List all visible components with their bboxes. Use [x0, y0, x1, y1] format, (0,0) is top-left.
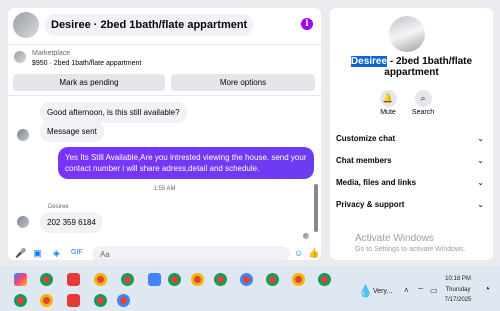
- app-icon[interactable]: [148, 273, 161, 286]
- gif-icon[interactable]: GIF: [71, 248, 83, 258]
- chrome-icon[interactable]: [266, 273, 279, 286]
- contact-name-rest: - 2bed 1bath/flate appartment: [384, 56, 473, 78]
- contact-name-highlight: Desiree: [350, 56, 388, 67]
- like-icon[interactable]: 👍: [308, 248, 319, 258]
- activate-windows-subtitle: Go to Settings to activate Windows.: [355, 246, 466, 253]
- chrome-icon[interactable]: [94, 294, 107, 307]
- app-icon[interactable]: [67, 294, 80, 307]
- search-icon: ⌕: [414, 90, 432, 107]
- weather-text[interactable]: Very...: [373, 288, 392, 295]
- message-bubble: 202 359 6184: [40, 212, 103, 233]
- chevron-down-icon: ⌄: [477, 200, 484, 209]
- notification-icon[interactable]: ◔: [484, 284, 490, 295]
- chrome-icon[interactable]: [240, 273, 253, 286]
- clock-day[interactable]: Thursday: [440, 287, 476, 293]
- chrome-icon[interactable]: [318, 273, 331, 286]
- marketplace-banner: Marketplace $950 · 2bed 1bath/flate appa…: [8, 44, 321, 96]
- marketplace-label: Marketplace: [32, 50, 71, 57]
- privacy-support-row[interactable]: Privacy & support ⌄: [336, 200, 484, 212]
- row-label: Privacy & support: [336, 200, 405, 209]
- more-options-button[interactable]: More options: [171, 74, 315, 91]
- composer: 🎤 ▣ ◈ GIF Aa ☺ 👍: [8, 244, 321, 260]
- message-bubble: Good afternoon, is this still available?: [40, 102, 187, 123]
- activate-windows-title: Activate Windows: [355, 233, 434, 244]
- message-input[interactable]: Aa: [92, 246, 290, 260]
- chat-title[interactable]: Desiree · 2bed 1bath/flate appartment: [45, 14, 254, 36]
- messenger-window: Desiree · 2bed 1bath/flate appartment i …: [0, 0, 500, 266]
- contact-name: Desiree - 2bed 1bath/flate appartment: [330, 56, 493, 78]
- chrome-icon[interactable]: [214, 273, 227, 286]
- chevron-down-icon: ⌄: [477, 134, 484, 143]
- bell-icon: 🔔: [379, 90, 397, 107]
- chevron-up-icon[interactable]: ˄: [404, 286, 409, 295]
- app-icon[interactable]: [67, 273, 80, 286]
- contact-profile-picture[interactable]: [389, 16, 425, 52]
- chat-panel: Desiree · 2bed 1bath/flate appartment i …: [8, 8, 321, 260]
- battery-icon[interactable]: ▭: [430, 286, 438, 295]
- sticker-icon[interactable]: ◈: [52, 248, 61, 258]
- message-bubble: Message sent: [40, 121, 104, 142]
- row-label: Media, files and links: [336, 178, 417, 187]
- sender-avatar: [17, 129, 29, 141]
- microphone-icon[interactable]: 🎤: [15, 248, 26, 258]
- contact-avatar[interactable]: [13, 12, 39, 38]
- clock-time[interactable]: 10:18 PM: [440, 276, 476, 282]
- mark-as-pending-button[interactable]: Mark as pending: [13, 74, 165, 91]
- taskbar: 💧 Very... ˄ ⌔ ▭ 10:18 PM Thursday 7/17/2…: [0, 266, 500, 311]
- info-icon[interactable]: i: [301, 18, 313, 30]
- row-label: Customize chat: [336, 134, 396, 143]
- image-icon[interactable]: ▣: [33, 248, 42, 258]
- scrollbar[interactable]: [314, 184, 318, 232]
- chrome-icon[interactable]: [40, 273, 53, 286]
- chrome-icon[interactable]: [40, 294, 53, 307]
- sender-avatar: [17, 216, 29, 228]
- search-action[interactable]: ⌕ Search: [398, 90, 448, 116]
- customize-chat-row[interactable]: Customize chat ⌄: [336, 134, 484, 146]
- seen-avatar: [303, 233, 309, 239]
- clock-date[interactable]: 7/17/2025: [440, 297, 476, 303]
- chrome-icon[interactable]: [292, 273, 305, 286]
- search-label: Search: [411, 109, 435, 116]
- chrome-icon[interactable]: [191, 273, 204, 286]
- chevron-down-icon: ⌄: [477, 156, 484, 165]
- listing-thumbnail[interactable]: [14, 51, 26, 63]
- sender-name: Desiree: [48, 204, 69, 210]
- message-list: Good afternoon, is this still available?…: [8, 96, 321, 242]
- listing-price[interactable]: $950 · 2bed 1bath/flate appartment: [32, 60, 141, 67]
- chrome-icon[interactable]: [14, 294, 27, 307]
- row-label: Chat members: [336, 156, 392, 165]
- chat-header: Desiree · 2bed 1bath/flate appartment i: [8, 8, 321, 42]
- wifi-icon[interactable]: ⌔: [417, 286, 425, 296]
- weather-icon[interactable]: 💧: [358, 284, 373, 298]
- chrome-icon[interactable]: [168, 273, 181, 286]
- message-timestamp: 1:55 AM: [153, 186, 176, 192]
- media-files-links-row[interactable]: Media, files and links ⌄: [336, 178, 484, 190]
- chrome-icon[interactable]: [94, 273, 107, 286]
- chrome-icon[interactable]: [117, 294, 130, 307]
- copilot-icon[interactable]: [14, 273, 27, 286]
- chat-info-panel: Desiree - 2bed 1bath/flate appartment 🔔 …: [330, 8, 493, 260]
- chrome-icon[interactable]: [121, 273, 134, 286]
- chat-members-row[interactable]: Chat members ⌄: [336, 156, 484, 168]
- chevron-down-icon: ⌄: [477, 178, 484, 187]
- message-bubble-outgoing: Yes Its Still Available,Are you intreste…: [58, 147, 314, 179]
- emoji-icon[interactable]: ☺: [294, 248, 303, 258]
